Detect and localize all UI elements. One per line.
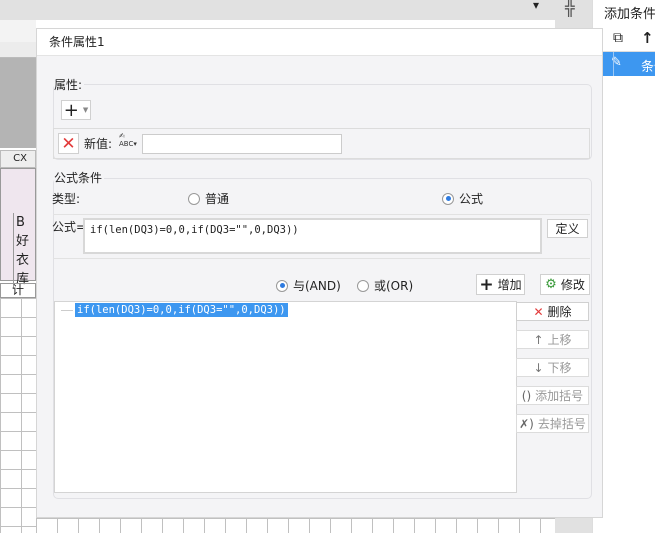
arrow-up-icon: ↑	[533, 332, 544, 347]
dialog-title: 条件属性1	[37, 29, 602, 56]
condition-properties-dialog: 条件属性1 属性: + ▼ ✕ 新值: ✍ ABC▾ 公式条件 类型: 普通 公式 …	[36, 28, 603, 518]
radio-and[interactable]: 与(AND)	[276, 277, 341, 294]
gear-icon: ⚙	[545, 277, 557, 292]
remove-bracket-button[interactable]: ✗) 去掉括号	[516, 414, 589, 433]
app-toolbar	[0, 0, 555, 20]
cell-text: B好衣库	[13, 213, 29, 289]
sheet-cell-calc[interactable]: 计	[0, 283, 36, 298]
formula-label: 公式=	[52, 220, 87, 234]
move-up-button[interactable]: ↑ 上移	[516, 330, 589, 349]
format-painter-icon[interactable]: ▾	[533, 0, 539, 12]
modify-button-label: 修改	[560, 278, 585, 292]
condition-tree[interactable]: if(len(DQ3)=0,0,if(DQ3="",0,DQ3))	[54, 301, 517, 493]
chevron-down-icon: ▼	[82, 106, 89, 114]
move-up-label: 上移	[547, 333, 572, 347]
add-button-label: 增加	[497, 278, 522, 292]
sheet-grid[interactable]	[0, 298, 36, 533]
column-header[interactable]: CX	[0, 150, 36, 168]
sheet-grid-bottom[interactable]	[36, 518, 556, 533]
copy-icon[interactable]: ⧉	[613, 30, 623, 46]
arrow-down-icon: ↓	[533, 360, 544, 375]
value-type-icon[interactable]: ✍ ABC▾	[119, 132, 137, 148]
layout-icon[interactable]: ╬	[565, 0, 575, 17]
move-down-button[interactable]: ↓ 下移	[516, 358, 589, 377]
delete-button-label: 删除	[547, 305, 572, 319]
radio-normal-label: 普通	[205, 192, 230, 206]
arrow-up-icon[interactable]: ↑	[641, 29, 654, 47]
attribute-label: 属性:	[54, 76, 85, 93]
panel-title: 添加条件	[604, 7, 655, 22]
define-button[interactable]: 定义	[547, 219, 588, 238]
add-button[interactable]: + 增加	[476, 274, 525, 295]
sheet-gray-area	[0, 58, 36, 148]
type-label: 类型:	[52, 192, 81, 206]
new-value-label: 新值:	[84, 137, 113, 151]
plus-icon: +	[63, 99, 79, 121]
condition-item-label: 条件	[641, 60, 655, 75]
radio-or-label: 或(OR)	[374, 279, 414, 293]
radio-formula[interactable]: 公式	[442, 190, 483, 207]
delete-button[interactable]: ✕ 删除	[516, 302, 589, 321]
remove-attribute-button[interactable]: ✕	[58, 133, 79, 154]
remove-bracket-icon: ✗)	[519, 416, 534, 431]
sheet-cell[interactable]: B好衣库	[0, 168, 36, 289]
formula-input[interactable]: if(len(DQ3)=0,0,if(DQ3="",0,DQ3))	[83, 218, 542, 254]
modify-button[interactable]: ⚙ 修改	[540, 274, 590, 295]
condition-tree-item[interactable]: if(len(DQ3)=0,0,if(DQ3="",0,DQ3))	[75, 303, 288, 317]
plus-icon: +	[479, 274, 494, 295]
close-icon: ✕	[61, 133, 76, 154]
add-bracket-label: 添加括号	[535, 389, 584, 403]
formula-condition-label: 公式条件	[54, 169, 105, 186]
remove-bracket-label: 去掉括号	[537, 417, 586, 431]
add-bracket-button[interactable]: () 添加括号	[516, 386, 589, 405]
radio-formula-label: 公式	[459, 192, 484, 206]
move-down-label: 下移	[547, 361, 572, 375]
radio-or[interactable]: 或(OR)	[357, 277, 413, 294]
new-value-input[interactable]	[142, 134, 342, 154]
add-attribute-button[interactable]: + ▼	[61, 99, 91, 121]
radio-normal[interactable]: 普通	[188, 190, 229, 207]
radio-and-label: 与(AND)	[293, 279, 341, 293]
bracket-icon: ()	[521, 388, 532, 403]
ruler	[0, 42, 36, 58]
close-icon: ✕	[533, 304, 544, 319]
